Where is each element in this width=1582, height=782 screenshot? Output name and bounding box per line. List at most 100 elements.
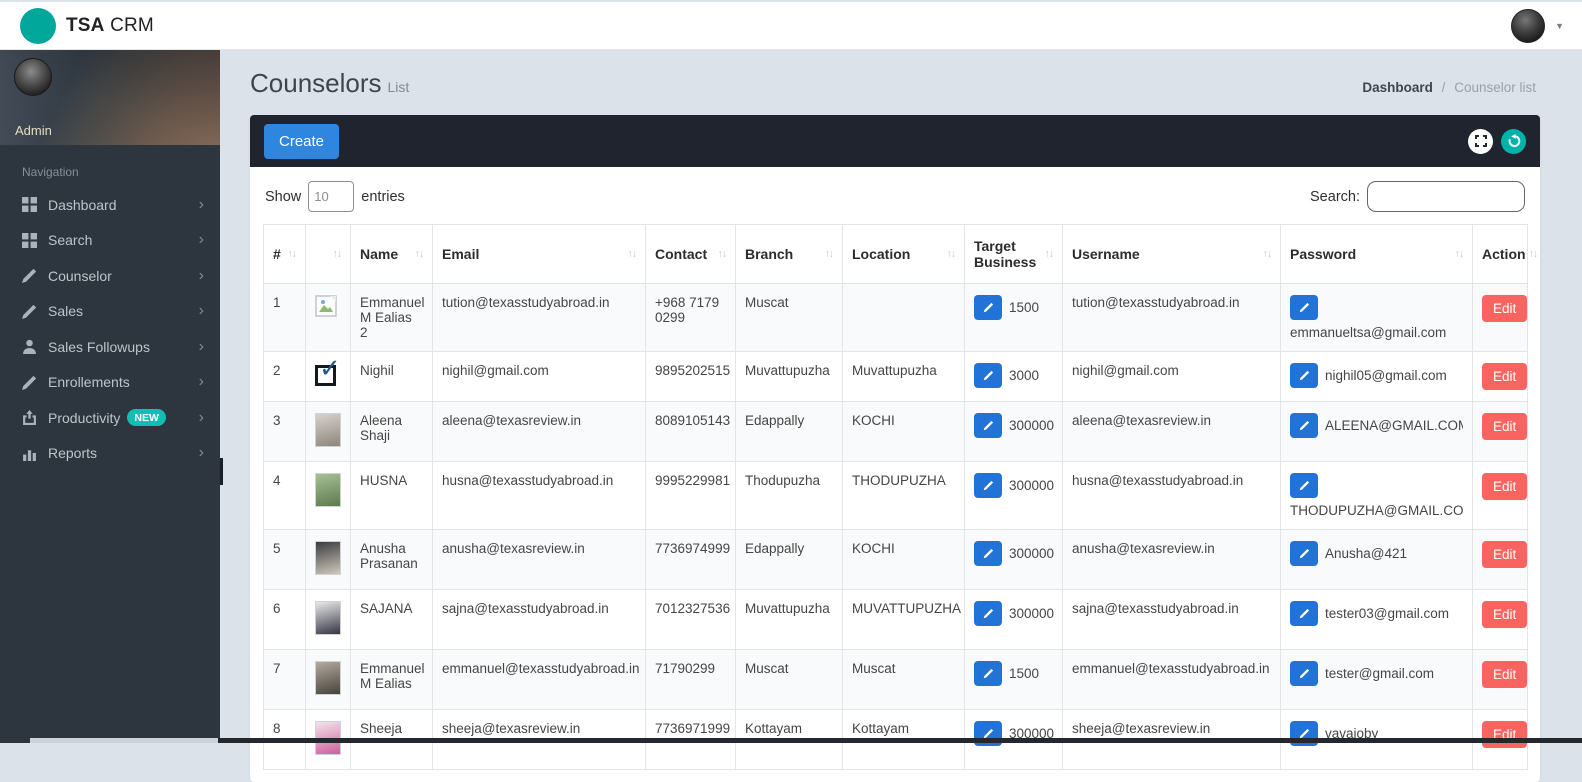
pencil-edit-button[interactable] [1290, 413, 1318, 438]
cell-username: aleena@texasreview.in [1063, 402, 1281, 462]
sidebar-item-sales[interactable]: Sales› [0, 294, 220, 330]
cell-number: 6 [264, 590, 306, 650]
cell-email: tution@texasstudyabroad.in [433, 284, 646, 352]
cell-target-business: 3000 [965, 352, 1063, 402]
cell-action: Edit [1473, 284, 1528, 352]
pencil-edit-button[interactable] [974, 363, 1002, 388]
cell-location: MUVATTUPUZHA [843, 590, 965, 650]
search-input[interactable] [1367, 181, 1525, 212]
cell-location [843, 284, 965, 352]
profile-avatar[interactable] [14, 58, 52, 96]
cell-photo [306, 590, 351, 650]
edit-button[interactable]: Edit [1482, 661, 1527, 688]
pencil-edit-button[interactable] [1290, 541, 1318, 566]
column-header-location[interactable]: Location↑↓ [843, 225, 965, 284]
column-header-password[interactable]: Password↑↓ [1281, 225, 1473, 284]
cell-branch: Edappally [736, 530, 843, 590]
sidebar-item-search[interactable]: Search› [0, 223, 220, 259]
edit-button[interactable]: Edit [1482, 295, 1527, 322]
sidebar-item-enrollements[interactable]: Enrollements› [0, 365, 220, 401]
sidebar-item-counselor[interactable]: Counselor› [0, 258, 220, 294]
chevron-right-icon: › [199, 339, 204, 355]
brand[interactable]: TSA CRM [0, 8, 154, 44]
column-header-action[interactable]: Action↑↓ [1473, 225, 1528, 284]
chevron-right-icon: › [199, 445, 204, 461]
user-avatar[interactable] [1511, 9, 1545, 43]
cell-username: anusha@texasreview.in [1063, 530, 1281, 590]
page-title-group: CounselorsList [250, 68, 409, 99]
column-header-contact[interactable]: Contact↑↓ [646, 225, 736, 284]
column-header-[interactable]: #↑↓ [264, 225, 306, 284]
pencil-edit-button[interactable] [974, 413, 1002, 438]
edit-button[interactable]: Edit [1482, 601, 1527, 628]
edit-button[interactable]: Edit [1482, 413, 1527, 440]
pencil-edit-button[interactable] [974, 541, 1002, 566]
cell-location: KOCHI [843, 530, 965, 590]
cell-username: sajna@texasstudyabroad.in [1063, 590, 1281, 650]
pencil-edit-button[interactable] [1290, 473, 1318, 498]
column-header-name[interactable]: Name↑↓ [351, 225, 433, 284]
scrollbar-thumb[interactable] [30, 738, 218, 743]
pencil-icon [22, 304, 37, 319]
cell-photo: ✓ [306, 352, 351, 402]
column-header-email[interactable]: Email↑↓ [433, 225, 646, 284]
sidebar-item-label: Counselor [48, 268, 112, 284]
password-value: tester03@gmail.com [1325, 606, 1449, 621]
cell-name: Nighil [351, 352, 433, 402]
caret-down-icon[interactable]: ▼ [1555, 21, 1564, 31]
sidebar-item-sales-followups[interactable]: Sales Followups› [0, 329, 220, 365]
create-button[interactable]: Create [264, 124, 339, 159]
column-header-image[interactable]: ↑↓ [306, 225, 351, 284]
counselor-photo [315, 541, 341, 575]
sidebar-scrollbar-thumb[interactable] [220, 458, 223, 485]
pencil-edit-button[interactable] [974, 295, 1002, 320]
search-label: Search: [1310, 189, 1360, 205]
edit-button[interactable]: Edit [1482, 473, 1527, 500]
cell-location: THODUPUZHA [843, 462, 965, 530]
target-value: 300000 [1009, 606, 1054, 621]
fullscreen-button[interactable] [1468, 129, 1493, 154]
table-row: 4HUSNAhusna@texasstudyabroad.in999522998… [264, 462, 1528, 530]
cell-action: Edit [1473, 402, 1528, 462]
sidebar-profile: Admin [0, 50, 220, 145]
pencil-edit-button[interactable] [974, 601, 1002, 626]
sidebar-item-dashboard[interactable]: Dashboard› [0, 187, 220, 223]
table-row: 2✓Nighilnighil@gmail.com9895202515Muvatt… [264, 352, 1528, 402]
password-value: Anusha@421 [1325, 546, 1407, 561]
column-header-username[interactable]: Username↑↓ [1063, 225, 1281, 284]
edit-button[interactable]: Edit [1482, 721, 1527, 748]
pencil-edit-button[interactable] [1290, 601, 1318, 626]
pencil-edit-button[interactable] [1290, 363, 1318, 388]
horizontal-scrollbar[interactable] [0, 738, 1582, 743]
cell-target-business: 300000 [965, 402, 1063, 462]
cell-location: KOCHI [843, 402, 965, 462]
checkmark-image: ✓ [315, 365, 336, 386]
cell-branch: Muvattupuzha [736, 590, 843, 650]
brand-name: TSA CRM [66, 15, 154, 37]
refresh-button[interactable] [1501, 129, 1526, 154]
cell-name: Emmanuel M Ealias 2 [351, 284, 433, 352]
cell-action: Edit [1473, 590, 1528, 650]
pencil-edit-button[interactable] [974, 473, 1002, 498]
column-header-target-business[interactable]: Target Business↑↓ [965, 225, 1063, 284]
edit-button[interactable]: Edit [1482, 541, 1527, 568]
cell-username: nighil@gmail.com [1063, 352, 1281, 402]
sort-icon: ↑↓ [628, 248, 637, 260]
breadcrumb-dashboard-link[interactable]: Dashboard [1362, 80, 1433, 95]
cell-contact: 8089105143 [646, 402, 736, 462]
column-header-branch[interactable]: Branch↑↓ [736, 225, 843, 284]
password-value: ALEENA@GMAIL.COM [1325, 418, 1463, 433]
target-value: 1500 [1009, 300, 1039, 315]
pencil-edit-button[interactable] [1290, 661, 1318, 686]
cell-email: aleena@texasreview.in [433, 402, 646, 462]
edit-button[interactable]: Edit [1482, 363, 1527, 390]
sidebar-item-label: Search [48, 232, 92, 248]
pencil-edit-button[interactable] [974, 661, 1002, 686]
target-value: 300000 [1009, 546, 1054, 561]
sidebar-item-productivity[interactable]: ProductivityNEW› [0, 400, 220, 436]
cell-contact: 9995229981 [646, 462, 736, 530]
pencil-edit-button[interactable] [1290, 295, 1318, 320]
pencil-icon [22, 268, 37, 283]
sidebar-item-reports[interactable]: Reports› [0, 436, 220, 472]
page-size-select[interactable]: 10 [308, 181, 354, 212]
